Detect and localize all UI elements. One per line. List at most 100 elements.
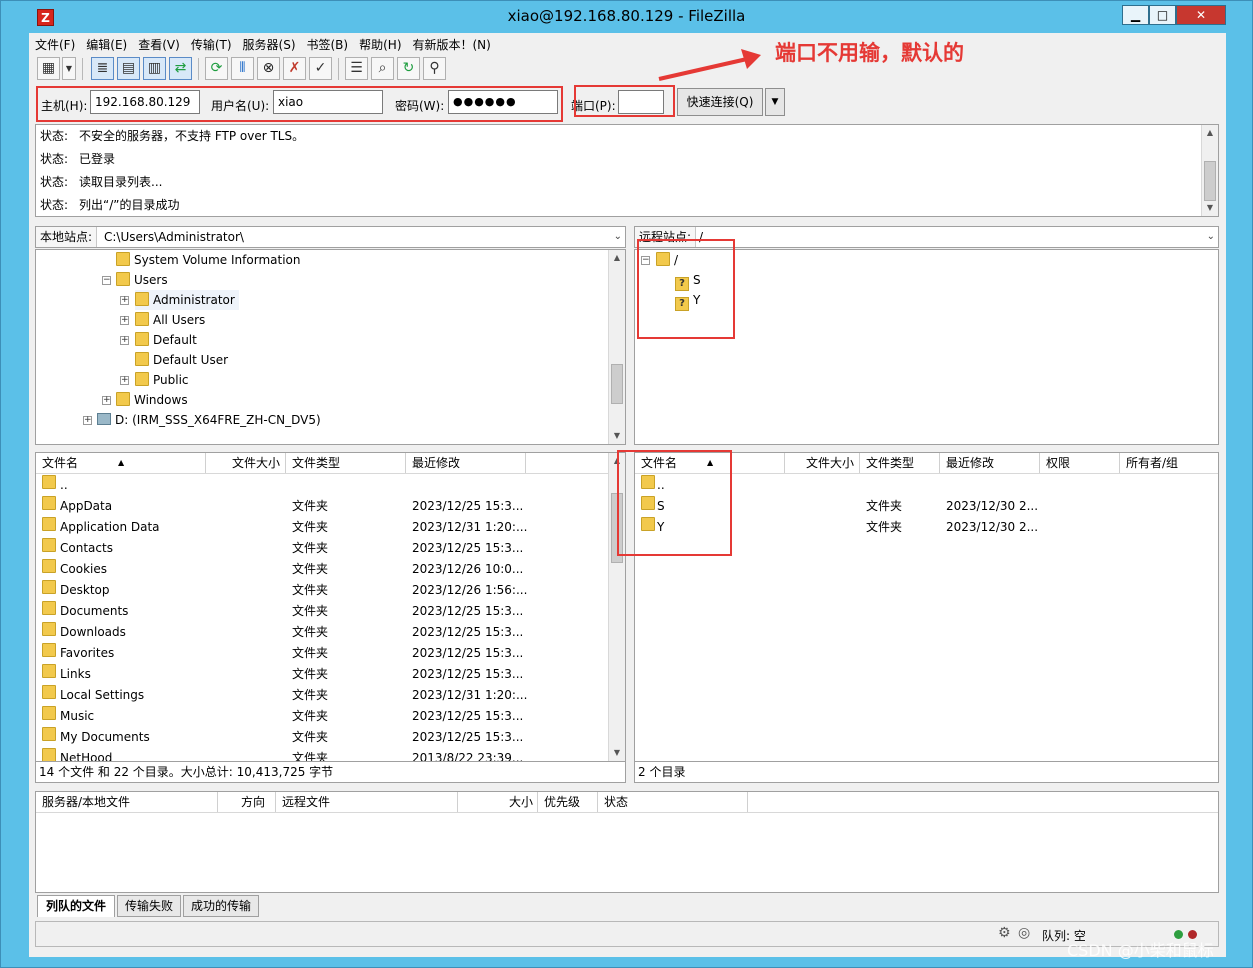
toggle-log-icon[interactable]: ≣ xyxy=(91,57,114,80)
column-modified[interactable]: 最近修改 xyxy=(940,453,1040,473)
column-filename[interactable]: 文件名 ▲ xyxy=(36,453,206,473)
compare-icon[interactable]: ⌕ xyxy=(371,57,394,80)
table-row[interactable]: Contacts 文件夹 2023/12/25 15:3... xyxy=(36,538,609,559)
table-row[interactable]: Links 文件夹 2023/12/25 15:3... xyxy=(36,664,609,685)
column-status[interactable]: 状态 xyxy=(598,792,748,812)
column-size[interactable]: 大小 xyxy=(458,792,538,812)
tree-node-selected[interactable]: Administrator xyxy=(135,290,239,310)
gear-icon[interactable]: ⚙ xyxy=(998,925,1011,941)
column-server-local-file[interactable]: 服务器/本地文件 xyxy=(36,792,218,812)
quickconnect-button[interactable]: 快速连接(Q) xyxy=(677,88,763,116)
menu-view[interactable]: 查看(V) xyxy=(138,35,180,55)
expand-icon[interactable]: + xyxy=(120,376,129,385)
menu-new-version[interactable]: 有新版本！(N) xyxy=(413,35,491,55)
folder-icon xyxy=(116,392,130,406)
column-modified[interactable]: 最近修改 xyxy=(406,453,526,473)
table-row[interactable]: AppData 文件夹 2023/12/25 15:3... xyxy=(36,496,609,517)
menu-edit[interactable]: 编辑(E) xyxy=(86,35,127,55)
column-owner-group[interactable]: 所有者/组 xyxy=(1120,453,1218,473)
scroll-down-icon[interactable]: ▼ xyxy=(609,745,625,761)
disconnect-icon[interactable]: ✗ xyxy=(283,57,306,80)
scroll-thumb[interactable] xyxy=(611,364,623,404)
file-name: NetHood xyxy=(60,751,113,762)
maximize-button[interactable]: □ xyxy=(1149,5,1176,25)
table-row[interactable]: Local Settings 文件夹 2023/12/31 1:20:... xyxy=(36,685,609,706)
expand-icon[interactable]: + xyxy=(102,396,111,405)
scroll-down-icon[interactable]: ▼ xyxy=(609,428,625,444)
toggle-local-tree-icon[interactable]: ▤ xyxy=(117,57,140,80)
expand-icon[interactable]: + xyxy=(83,416,92,425)
expand-icon[interactable]: + xyxy=(120,316,129,325)
sync-browse-icon[interactable]: ↻ xyxy=(397,57,420,80)
tree-node[interactable]: Windows xyxy=(116,390,188,410)
tree-node[interactable]: Public xyxy=(135,370,189,390)
tab-successful-transfers[interactable]: 成功的传输 xyxy=(183,895,259,917)
cancel-icon[interactable]: ⊗ xyxy=(257,57,280,80)
scroll-up-icon[interactable]: ▲ xyxy=(609,250,625,266)
filter-icon[interactable]: ☰ xyxy=(345,57,368,80)
minimize-button[interactable]: ▁ xyxy=(1122,5,1149,25)
local-path-dropdown-icon[interactable]: ⌄ xyxy=(614,227,622,247)
menu-help[interactable]: 帮助(H) xyxy=(359,35,401,55)
column-filetype[interactable]: 文件类型 xyxy=(860,453,940,473)
table-row[interactable]: .. xyxy=(36,475,609,496)
tab-queued-files[interactable]: 列队的文件 xyxy=(37,895,115,917)
table-row[interactable]: Documents 文件夹 2023/12/25 15:3... xyxy=(36,601,609,622)
table-row[interactable]: Cookies 文件夹 2023/12/26 10:0... xyxy=(36,559,609,580)
tree-node[interactable]: Users xyxy=(116,270,168,290)
table-row[interactable]: Favorites 文件夹 2023/12/25 15:3... xyxy=(36,643,609,664)
process-queue-icon[interactable]: ⫴ xyxy=(231,57,254,80)
table-row[interactable]: Application Data 文件夹 2023/12/31 1:20:... xyxy=(36,517,609,538)
file-type: 文件夹 xyxy=(292,730,329,744)
scroll-down-icon[interactable]: ▼ xyxy=(1202,200,1218,216)
expand-icon[interactable]: + xyxy=(120,296,129,305)
expand-icon[interactable]: + xyxy=(120,336,129,345)
scroll-up-icon[interactable]: ▲ xyxy=(1202,125,1218,141)
log-scrollbar[interactable]: ▲ ▼ xyxy=(1201,125,1218,216)
search-icon[interactable]: ⚲ xyxy=(423,57,446,80)
table-row[interactable]: Desktop 文件夹 2023/12/26 1:56:... xyxy=(36,580,609,601)
menu-transfer[interactable]: 传输(T) xyxy=(191,35,232,55)
folder-icon xyxy=(116,272,130,286)
column-filesize[interactable]: 文件大小 xyxy=(785,453,860,473)
table-row[interactable]: NetHood 文件夹 2013/8/22 23:39... xyxy=(36,748,609,762)
tree-node-drive[interactable]: D: (IRM_SSS_X64FRE_ZH-CN_DV5) xyxy=(97,410,321,430)
close-button[interactable]: ✕ xyxy=(1176,5,1226,25)
refresh-icon[interactable]: ⟳ xyxy=(205,57,228,80)
file-type: 文件夹 xyxy=(292,688,329,702)
title-bar[interactable]: Z xiao@192.168.80.129 - FileZilla ▁ □ ✕ xyxy=(1,1,1252,33)
collapse-icon[interactable]: − xyxy=(102,276,111,285)
reconnect-icon[interactable]: ✓ xyxy=(309,57,332,80)
column-permissions[interactable]: 权限 xyxy=(1040,453,1120,473)
tree-node[interactable]: Default xyxy=(135,330,197,350)
menu-file[interactable]: 文件(F) xyxy=(35,35,75,55)
file-modified: 2023/12/30 2... xyxy=(946,499,1039,513)
dropdown-arrow-icon[interactable]: ▼ xyxy=(62,57,76,80)
log-row: 状态: 不安全的服务器，不支持 FTP over TLS。 xyxy=(40,129,305,143)
scroll-thumb[interactable] xyxy=(1204,161,1216,201)
site-manager-icon[interactable]: ▦ xyxy=(37,57,60,80)
tab-failed-transfers[interactable]: 传输失败 xyxy=(117,895,181,917)
table-row[interactable]: My Documents 文件夹 2023/12/25 15:3... xyxy=(36,727,609,748)
remote-path-dropdown-icon[interactable]: ⌄ xyxy=(1207,227,1215,247)
local-path-input[interactable]: C:\Users\Administrator\ xyxy=(104,227,244,247)
local-tree-scrollbar[interactable]: ▲ ▼ xyxy=(608,250,625,444)
column-remote-file[interactable]: 远程文件 xyxy=(276,792,458,812)
menu-server[interactable]: 服务器(S) xyxy=(243,35,296,55)
menu-bookmarks[interactable]: 书签(B) xyxy=(307,35,349,55)
quickconnect-history-dropdown[interactable]: ▼ xyxy=(765,88,785,116)
tree-node[interactable]: All Users xyxy=(135,310,205,330)
table-row[interactable]: Music 文件夹 2023/12/25 15:3... xyxy=(36,706,609,727)
column-filesize[interactable]: 文件大小 xyxy=(206,453,286,473)
table-row[interactable]: Downloads 文件夹 2023/12/25 15:3... xyxy=(36,622,609,643)
toggle-queue-icon[interactable]: ⇄ xyxy=(169,57,192,80)
toggle-remote-tree-icon[interactable]: ▥ xyxy=(143,57,166,80)
tree-node[interactable]: System Volume Information xyxy=(116,250,300,270)
drive-icon xyxy=(97,413,111,425)
column-direction[interactable]: 方向 xyxy=(218,792,276,812)
tree-node[interactable]: Default User xyxy=(135,350,228,370)
column-priority[interactable]: 优先级 xyxy=(538,792,598,812)
speed-limit-icon[interactable]: ◎ xyxy=(1018,925,1030,941)
column-filetype[interactable]: 文件类型 xyxy=(286,453,406,473)
local-file-list: 文件名 ▲ 文件大小 文件类型 最近修改 .. AppData 文件夹 2023/12/… xyxy=(35,452,626,762)
